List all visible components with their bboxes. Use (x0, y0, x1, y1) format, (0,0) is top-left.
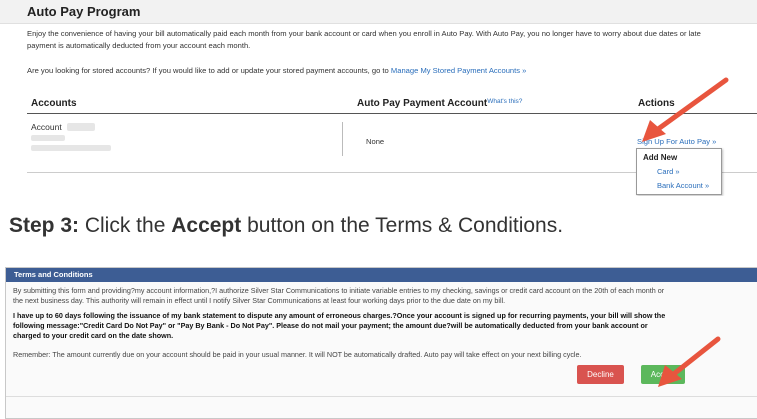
column-payment-account: Auto Pay Payment AccountWhat's this? (357, 98, 522, 109)
autopay-description-line1: Enjoy the convenience of having your bil… (27, 29, 701, 38)
manage-stored-accounts-link[interactable]: Manage My Stored Payment Accounts » (391, 66, 527, 75)
terms-bottom-divider (6, 396, 757, 397)
stored-accounts-prompt: Are you looking for stored accounts? If … (27, 66, 389, 75)
column-actions: Actions (638, 98, 675, 109)
add-bank-account-link[interactable]: Bank Account » (657, 181, 709, 190)
accept-button[interactable]: Accept (641, 365, 685, 384)
terms-paragraph-2: I have up to 60 days following the issua… (13, 311, 755, 341)
terms-paragraph-1: By submitting this form and providing?my… (13, 286, 755, 306)
terms-paragraph-3: Remember: The amount currently due on yo… (13, 350, 582, 359)
autopay-screenshot: Auto Pay Program Enjoy the convenience o… (0, 0, 757, 196)
step-text-2: button on the Terms & Conditions. (241, 214, 564, 237)
account-label: Account (31, 122, 62, 132)
step-bold-word: Accept (171, 214, 242, 237)
autopay-title-bar: Auto Pay Program (0, 0, 757, 24)
whats-this-link[interactable]: What's this? (487, 98, 522, 105)
column-accounts: Accounts (31, 98, 77, 109)
autopay-title: Auto Pay Program (27, 4, 141, 19)
accounts-table-header: Accounts Auto Pay Payment AccountWhat's … (27, 95, 757, 114)
step-prefix: Step 3: (9, 214, 80, 237)
terms-p2-line2: following message:"Credit Card Do Not Pa… (13, 321, 648, 330)
terms-title: Terms and Conditions (14, 270, 93, 279)
terms-p2-line1: I have up to 60 days following the issua… (13, 311, 666, 320)
column-payment-account-label: Auto Pay Payment Account (357, 98, 488, 109)
terms-p1-line2: the next business day. This authority wi… (13, 296, 506, 305)
payment-account-value: None (366, 137, 385, 146)
terms-p1-line1: By submitting this form and providing?my… (13, 286, 665, 295)
stored-accounts-text: Are you looking for stored accounts? If … (27, 66, 526, 75)
sign-up-auto-pay-link[interactable]: Sign Up For Auto Pay » (637, 137, 716, 146)
decline-button[interactable]: Decline (577, 365, 624, 384)
redacted-account-number (67, 123, 95, 131)
step-text-1: Click the (79, 214, 172, 237)
step-instruction: Step 3: Click the Accept button on the T… (9, 214, 563, 238)
add-card-link[interactable]: Card » (657, 167, 680, 176)
terms-title-bar: Terms and Conditions (6, 268, 757, 282)
redacted-account-name (31, 135, 65, 141)
autopay-description: Enjoy the convenience of having your bil… (27, 28, 757, 52)
column-divider (342, 122, 343, 156)
autopay-description-line2: payment is automatically deducted from y… (27, 41, 251, 50)
add-new-dropdown: Add New Card » Bank Account » (636, 148, 722, 195)
add-new-header: Add New (643, 153, 678, 162)
redacted-account-address (31, 145, 111, 151)
terms-screenshot: Terms and Conditions By submitting this … (5, 267, 757, 419)
terms-p2-line3: charged to your credit card on the date … (13, 331, 174, 340)
